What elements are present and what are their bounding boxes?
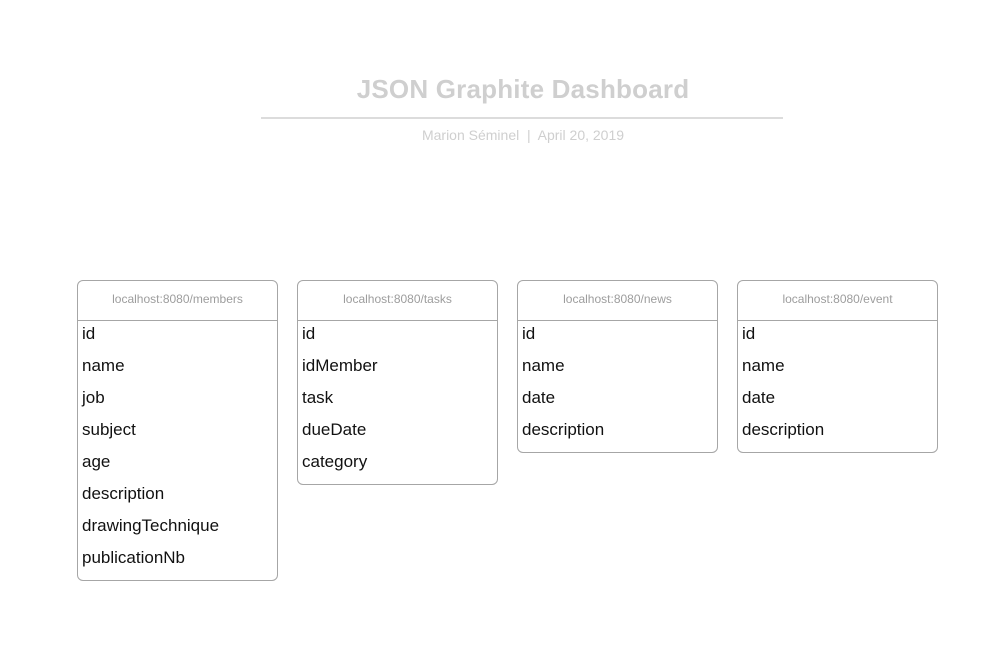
entity-tasks: localhost:8080/tasks id idMember task du… [297, 280, 498, 485]
entity-field: drawingTechnique [82, 516, 220, 535]
entity-field: task [302, 388, 334, 407]
entity-field-list: id name date description [518, 321, 717, 452]
entity-header: localhost:8080/news [518, 281, 717, 321]
entity-field: description [522, 420, 605, 439]
entity-field: dueDate [302, 420, 367, 439]
entity-field: name [82, 356, 125, 375]
entity-field: id [742, 324, 756, 343]
title-divider [261, 117, 783, 119]
entity-field: idMember [302, 356, 378, 375]
entity-field: name [742, 356, 785, 375]
entity-field: date [522, 388, 556, 407]
entity-header: localhost:8080/tasks [298, 281, 497, 321]
entity-field: id [522, 324, 536, 343]
entity-field-list: id name job subject age description draw… [78, 321, 277, 580]
entity-field: age [82, 452, 111, 471]
entity-field: description [82, 484, 165, 503]
diagram-canvas: JSON Graphite Dashboard Marion Séminel |… [0, 0, 1007, 654]
diagram-title: JSON Graphite Dashboard [356, 74, 690, 104]
entity-members: localhost:8080/members id name job subje… [77, 280, 278, 581]
entity-field: subject [82, 420, 136, 439]
entity-field: id [82, 324, 96, 343]
entity-field: id [302, 324, 316, 343]
entity-header: localhost:8080/members [78, 281, 277, 321]
entity-field: description [742, 420, 825, 439]
entity-field: publicationNb [82, 548, 186, 567]
entity-field: name [522, 356, 565, 375]
entity-field: category [302, 452, 368, 471]
diagram-subtitle: Marion Séminel | April 20, 2019 [421, 127, 625, 143]
entity-field-list: id name date description [738, 321, 937, 452]
entity-news: localhost:8080/news id name date descrip… [517, 280, 718, 453]
entity-header: localhost:8080/event [738, 281, 937, 321]
entity-field-list: id idMember task dueDate category [298, 321, 497, 484]
entity-field: job [82, 388, 105, 407]
entity-field: date [742, 388, 776, 407]
entity-event: localhost:8080/event id name date descri… [737, 280, 938, 453]
